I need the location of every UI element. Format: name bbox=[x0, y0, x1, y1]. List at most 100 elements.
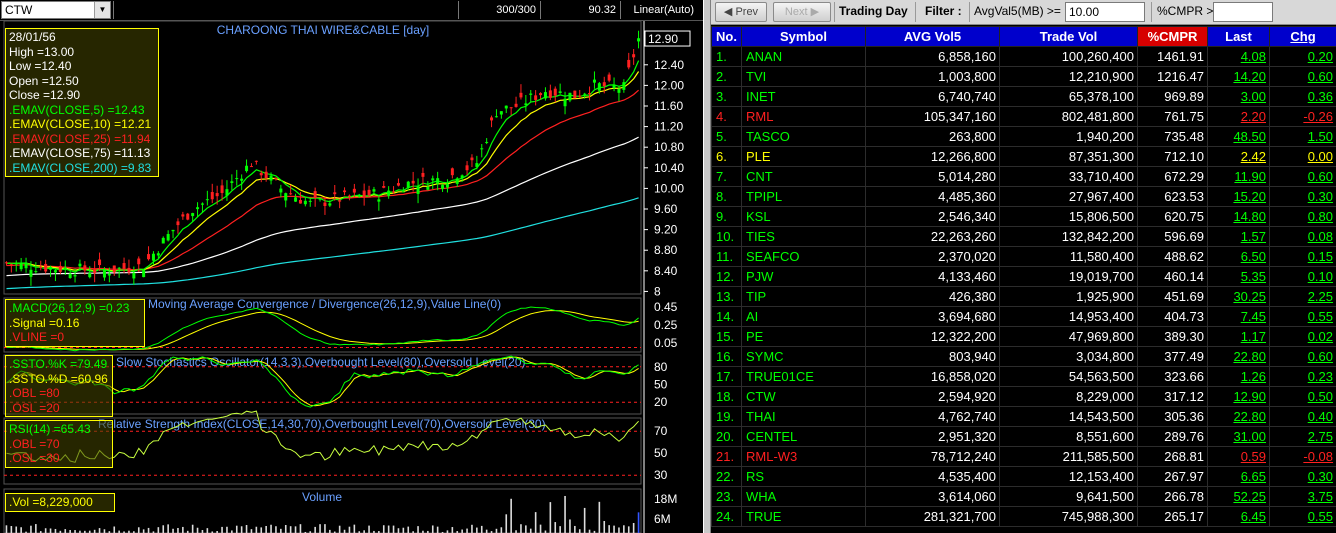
row-symbol[interactable]: TRUE01CE bbox=[741, 366, 866, 387]
row-last[interactable]: 3.00 bbox=[1207, 86, 1270, 107]
table-row[interactable]: 4. RML 105,347,160 802,481,800 761.75 2.20 -0.… bbox=[711, 106, 1336, 127]
row-symbol[interactable]: PLE bbox=[741, 146, 866, 167]
row-symbol[interactable]: KSL bbox=[741, 206, 866, 227]
row-last[interactable]: 2.42 bbox=[1207, 146, 1270, 167]
row-last[interactable]: 6.45 bbox=[1207, 506, 1270, 527]
row-symbol[interactable]: RML-W3 bbox=[741, 446, 866, 467]
row-last[interactable]: 48.50 bbox=[1207, 126, 1270, 147]
row-chg[interactable]: 0.40 bbox=[1269, 406, 1336, 427]
table-row[interactable]: 24. TRUE 281,321,700 745,988,300 265.17 6.45 0… bbox=[711, 506, 1336, 527]
row-chg[interactable]: 0.30 bbox=[1269, 186, 1336, 207]
prev-button[interactable]: ◀ Prev bbox=[715, 2, 767, 22]
row-chg[interactable]: 0.60 bbox=[1269, 346, 1336, 367]
row-last[interactable]: 7.45 bbox=[1207, 306, 1270, 327]
col-header-no[interactable]: No. bbox=[711, 26, 742, 47]
col-header-trade-vol[interactable]: Trade Vol bbox=[999, 26, 1138, 47]
row-symbol[interactable]: AI bbox=[741, 306, 866, 327]
row-last[interactable]: 11.90 bbox=[1207, 166, 1270, 187]
table-row[interactable]: 16. SYMC 803,940 3,034,800 377.49 22.80 0.60 bbox=[711, 346, 1336, 367]
row-symbol[interactable]: CENTEL bbox=[741, 426, 866, 447]
table-row[interactable]: 17. TRUE01CE 16,858,020 54,563,500 323.66 1.2… bbox=[711, 366, 1336, 387]
row-chg[interactable]: -0.08 bbox=[1269, 446, 1336, 467]
table-row[interactable]: 22. RS 4,535,400 12,153,400 267.97 6.65 0.30 bbox=[711, 466, 1336, 487]
row-last[interactable]: 15.20 bbox=[1207, 186, 1270, 207]
row-chg[interactable]: 0.80 bbox=[1269, 206, 1336, 227]
row-symbol[interactable]: TRUE bbox=[741, 506, 866, 527]
row-last[interactable]: 0.59 bbox=[1207, 446, 1270, 467]
row-symbol[interactable]: SEAFCO bbox=[741, 246, 866, 267]
table-row[interactable]: 13. TIP 426,380 1,925,900 451.69 30.25 2.25 bbox=[711, 286, 1336, 307]
screener-table-wrap[interactable]: No. Symbol AVG Vol5 Trade Vol %CMPR Last… bbox=[711, 26, 1336, 533]
table-row[interactable]: 8. TPIPL 4,485,360 27,967,400 623.53 15.20 0.3… bbox=[711, 186, 1336, 207]
table-row[interactable]: 19. THAI 4,762,740 14,543,500 305.36 22.80 0.4… bbox=[711, 406, 1336, 427]
table-row[interactable]: 18. CTW 2,594,920 8,229,000 317.12 12.90 0.50 bbox=[711, 386, 1336, 407]
filter-value-input[interactable]: 10.00 bbox=[1065, 2, 1145, 22]
col-header-symbol[interactable]: Symbol bbox=[741, 26, 866, 47]
table-row[interactable]: 14. AI 3,694,680 14,953,400 404.73 7.45 0.55 bbox=[711, 306, 1336, 327]
row-chg[interactable]: 1.50 bbox=[1269, 126, 1336, 147]
row-chg[interactable]: 0.15 bbox=[1269, 246, 1336, 267]
table-row[interactable]: 1. ANAN 6,858,160 100,260,400 1461.91 4.08 0.2… bbox=[711, 46, 1336, 67]
row-symbol[interactable]: PJW bbox=[741, 266, 866, 287]
row-last[interactable]: 31.00 bbox=[1207, 426, 1270, 447]
row-symbol[interactable]: CTW bbox=[741, 386, 866, 407]
row-last[interactable]: 30.25 bbox=[1207, 286, 1270, 307]
row-symbol[interactable]: RS bbox=[741, 466, 866, 487]
row-last[interactable]: 5.35 bbox=[1207, 266, 1270, 287]
row-chg[interactable]: -0.26 bbox=[1269, 106, 1336, 127]
row-chg[interactable]: 0.55 bbox=[1269, 506, 1336, 527]
row-symbol[interactable]: RML bbox=[741, 106, 866, 127]
row-symbol[interactable]: ANAN bbox=[741, 46, 866, 67]
row-chg[interactable]: 0.00 bbox=[1269, 146, 1336, 167]
row-last[interactable]: 14.20 bbox=[1207, 66, 1270, 87]
table-row[interactable]: 5. TASCO 263,800 1,940,200 735.48 48.50 1.50 bbox=[711, 126, 1336, 147]
row-last[interactable]: 1.26 bbox=[1207, 366, 1270, 387]
table-row[interactable]: 6. PLE 12,266,800 87,351,300 712.10 2.42 0.00 bbox=[711, 146, 1336, 167]
row-last[interactable]: 6.50 bbox=[1207, 246, 1270, 267]
col-header-last[interactable]: Last bbox=[1207, 26, 1270, 47]
trading-day-button[interactable]: Trading Day bbox=[839, 4, 908, 18]
row-symbol[interactable]: TIES bbox=[741, 226, 866, 247]
row-chg[interactable]: 0.10 bbox=[1269, 266, 1336, 287]
row-symbol[interactable]: CNT bbox=[741, 166, 866, 187]
row-chg[interactable]: 2.75 bbox=[1269, 426, 1336, 447]
row-symbol[interactable]: PE bbox=[741, 326, 866, 347]
row-chg[interactable]: 0.50 bbox=[1269, 386, 1336, 407]
row-chg[interactable]: 0.36 bbox=[1269, 86, 1336, 107]
row-chg[interactable]: 0.60 bbox=[1269, 66, 1336, 87]
row-chg[interactable]: 3.75 bbox=[1269, 486, 1336, 507]
next-button[interactable]: Next ▶ bbox=[773, 2, 831, 22]
row-chg[interactable]: 0.55 bbox=[1269, 306, 1336, 327]
row-last[interactable]: 1.57 bbox=[1207, 226, 1270, 247]
col-header-cmpr[interactable]: %CMPR bbox=[1137, 26, 1208, 47]
table-row[interactable]: 23. WHA 3,614,060 9,641,500 266.78 52.25 3.75 bbox=[711, 486, 1336, 507]
table-row[interactable]: 20. CENTEL 2,951,320 8,551,600 289.76 31.00 2.… bbox=[711, 426, 1336, 447]
row-symbol[interactable]: TVI bbox=[741, 66, 866, 87]
row-symbol[interactable]: INET bbox=[741, 86, 866, 107]
col-header-chg[interactable]: Chg bbox=[1269, 26, 1336, 47]
row-chg[interactable]: 0.20 bbox=[1269, 46, 1336, 67]
col-header-avg-vol5[interactable]: AVG Vol5 bbox=[865, 26, 1000, 47]
row-last[interactable]: 12.90 bbox=[1207, 386, 1270, 407]
table-row[interactable]: 15. PE 12,322,200 47,969,800 389.30 1.17 0.02 bbox=[711, 326, 1336, 347]
table-row[interactable]: 11. SEAFCO 2,370,020 11,580,400 488.62 6.50 0.… bbox=[711, 246, 1336, 267]
chevron-down-icon[interactable]: ▼ bbox=[94, 2, 110, 18]
row-chg[interactable]: 0.30 bbox=[1269, 466, 1336, 487]
row-symbol[interactable]: TIP bbox=[741, 286, 866, 307]
row-last[interactable]: 14.80 bbox=[1207, 206, 1270, 227]
row-chg[interactable]: 0.60 bbox=[1269, 166, 1336, 187]
row-symbol[interactable]: THAI bbox=[741, 406, 866, 427]
row-last[interactable]: 6.65 bbox=[1207, 466, 1270, 487]
row-symbol[interactable]: TPIPL bbox=[741, 186, 866, 207]
row-chg[interactable]: 0.02 bbox=[1269, 326, 1336, 347]
row-last[interactable]: 1.17 bbox=[1207, 326, 1270, 347]
table-row[interactable]: 7. CNT 5,014,280 33,710,400 672.29 11.90 0.60 bbox=[711, 166, 1336, 187]
row-chg[interactable]: 0.23 bbox=[1269, 366, 1336, 387]
row-chg[interactable]: 0.08 bbox=[1269, 226, 1336, 247]
table-row[interactable]: 2. TVI 1,003,800 12,210,900 1216.47 14.20 0.60 bbox=[711, 66, 1336, 87]
table-row[interactable]: 10. TIES 22,263,260 132,842,200 596.69 1.57 0.… bbox=[711, 226, 1336, 247]
row-last[interactable]: 22.80 bbox=[1207, 346, 1270, 367]
row-symbol[interactable]: WHA bbox=[741, 486, 866, 507]
cmpr-filter-input[interactable] bbox=[1213, 2, 1273, 22]
row-last[interactable]: 2.20 bbox=[1207, 106, 1270, 127]
